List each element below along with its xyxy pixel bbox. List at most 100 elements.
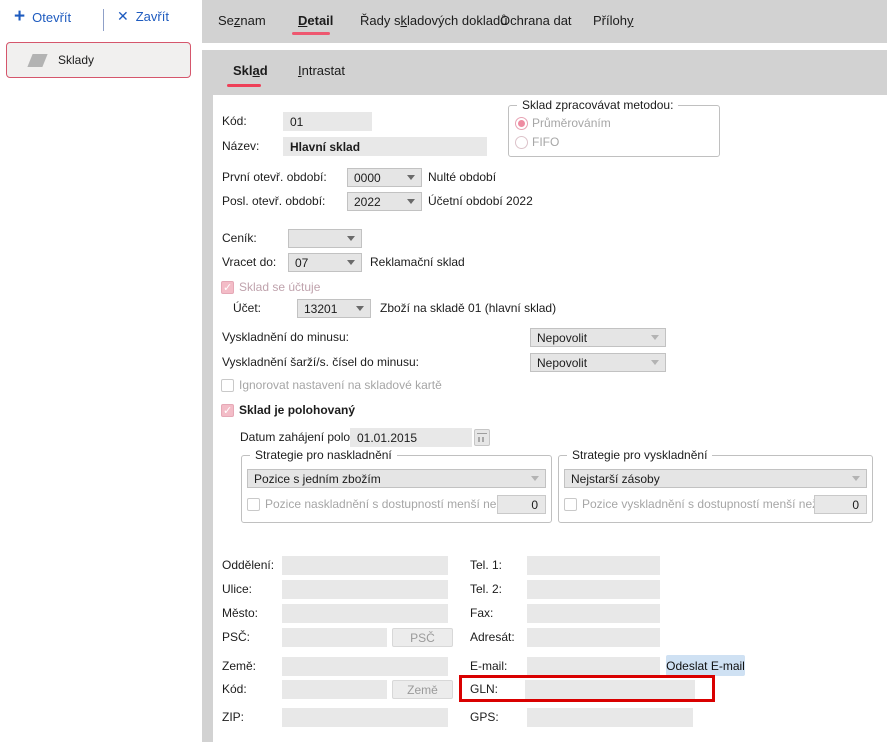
checkbox-sklad-se-uctuje[interactable]	[221, 281, 234, 294]
kod-label: Kód:	[222, 112, 247, 131]
chevron-down-icon	[531, 476, 539, 481]
calendar-icon[interactable]	[474, 429, 490, 446]
checkbox-ignorovat-nastaveni[interactable]	[221, 379, 234, 392]
chevron-down-icon	[651, 360, 659, 365]
checkbox-strategy-out-label: Pozice vyskladnění s dostupností menší n…	[582, 495, 818, 514]
oddeleni-label: Oddělení:	[222, 556, 274, 575]
open-button[interactable]: + Otevřít	[14, 8, 71, 26]
adresat-label: Adresát:	[470, 628, 515, 647]
tab-rady-skladovych-dokladu[interactable]: Řady skladových dokladů	[360, 13, 507, 28]
radio-fifo[interactable]	[515, 136, 528, 149]
warehouse-detail-window: + Otevřít ✕ Zavřít Sklady Seznam Detail …	[0, 0, 887, 742]
psc-input[interactable]	[282, 628, 387, 647]
strategy-out-threshold-input[interactable]: 0	[814, 495, 867, 514]
kod-zeme-label: Kód:	[222, 680, 247, 699]
checkbox-ignorovat-nastaveni-label: Ignorovat nastavení na skladové kartě	[239, 376, 442, 395]
chevron-down-icon	[407, 199, 415, 204]
tel1-input[interactable]	[527, 556, 660, 575]
tab-sklad[interactable]: Sklad	[233, 63, 268, 78]
zeme-button[interactable]: Země	[392, 680, 453, 699]
checkbox-sklad-se-uctuje-label: Sklad se účtuje	[239, 278, 320, 297]
kod-zeme-input[interactable]	[282, 680, 387, 699]
tab-detail[interactable]: Detail	[298, 13, 333, 28]
tab-prilohy[interactable]: Přílohy	[593, 13, 633, 28]
fax-input[interactable]	[527, 604, 660, 623]
datum-polohovani-input[interactable]: 01.01.2015	[350, 428, 472, 447]
method-group-title: Sklad zpracovávat metodou:	[517, 97, 678, 113]
tab-ochrana-dat[interactable]: Ochrana dat	[500, 13, 572, 28]
first-period-desc: Nulté období	[428, 168, 496, 187]
last-period-desc: Účetní období 2022	[428, 192, 533, 211]
strategy-out-title: Strategie pro vyskladnění	[567, 447, 712, 463]
vracet-do-dropdown[interactable]: 07	[288, 253, 362, 272]
vracet-do-desc: Reklamační sklad	[370, 253, 465, 272]
checkbox-sklad-je-polohovany[interactable]	[221, 404, 234, 417]
chevron-down-icon	[651, 335, 659, 340]
psc-label: PSČ:	[222, 628, 250, 647]
sidebar-item-label: Sklady	[58, 53, 94, 67]
email-input[interactable]	[527, 657, 660, 676]
ucet-dropdown[interactable]: 13201	[297, 299, 371, 318]
strategy-out-dropdown[interactable]: Nejstarší zásoby	[564, 469, 867, 488]
ulice-label: Ulice:	[222, 580, 252, 599]
checkbox-sklad-je-polohovany-label: Sklad je polohovaný	[239, 401, 355, 420]
ulice-input[interactable]	[282, 580, 448, 599]
tel2-input[interactable]	[527, 580, 660, 599]
tab-detail-active-underline	[292, 32, 330, 35]
gln-input[interactable]	[525, 680, 695, 699]
last-period-dropdown[interactable]: 2022	[347, 192, 422, 211]
checkbox-strategy-in-label: Pozice naskladnění s dostupností menší n…	[265, 495, 502, 514]
zeme-label: Země:	[222, 657, 256, 676]
oddeleni-input[interactable]	[282, 556, 448, 575]
adresat-input[interactable]	[527, 628, 660, 647]
first-period-label: První otevř. období:	[222, 168, 327, 187]
ucet-label: Účet:	[233, 299, 261, 318]
cenik-dropdown[interactable]	[288, 229, 362, 248]
tel2-label: Tel. 2:	[470, 580, 502, 599]
kod-input[interactable]: 01	[283, 112, 372, 131]
send-email-button[interactable]: Odeslat E-mail	[666, 655, 745, 676]
vyskladneni-sarzi-minus-dropdown[interactable]: Nepovolit	[530, 353, 666, 372]
first-period-dropdown[interactable]: 0000	[347, 168, 422, 187]
vyskladneni-minus-dropdown[interactable]: Nepovolit	[530, 328, 666, 347]
strategy-in-dropdown[interactable]: Pozice s jedním zbožím	[247, 469, 546, 488]
cenik-label: Ceník:	[222, 229, 257, 248]
close-icon: ✕	[117, 8, 129, 25]
nazev-label: Název:	[222, 137, 259, 156]
zeme-input[interactable]	[282, 657, 448, 676]
radio-prumerovanim[interactable]	[515, 117, 528, 130]
gps-label: GPS:	[470, 708, 499, 727]
radio-prumerovanim-label: Průměrováním	[532, 114, 611, 133]
mesto-label: Město:	[222, 604, 258, 623]
plus-icon: +	[14, 8, 25, 26]
ucet-desc: Zboží na skladě 01 (hlavní sklad)	[380, 299, 556, 318]
panel-left-band	[202, 95, 213, 742]
checkbox-strategy-in[interactable]	[247, 498, 260, 511]
chevron-down-icon	[852, 476, 860, 481]
strategy-in-title: Strategie pro naskladnění	[250, 447, 397, 463]
method-groupbox: Sklad zpracovávat metodou: Průměrováním …	[508, 105, 720, 157]
open-button-label: Otevřít	[32, 10, 71, 25]
nazev-input[interactable]: Hlavní sklad	[283, 137, 487, 156]
chevron-down-icon	[347, 260, 355, 265]
tab-sklad-active-underline	[227, 84, 261, 87]
vyskladneni-sarzi-minus-label: Vyskladnění šarží/s. čísel do minusu:	[222, 353, 419, 372]
sidebar-item-sklady[interactable]: Sklady	[6, 42, 191, 78]
vracet-do-label: Vracet do:	[222, 253, 276, 272]
radio-fifo-label: FIFO	[532, 133, 559, 152]
psc-button[interactable]: PSČ	[392, 628, 453, 647]
toolbar-divider	[103, 9, 104, 31]
fax-label: Fax:	[470, 604, 493, 623]
strategy-in-threshold-input[interactable]: 0	[497, 495, 546, 514]
tel1-label: Tel. 1:	[470, 556, 502, 575]
mesto-input[interactable]	[282, 604, 448, 623]
chevron-down-icon	[347, 236, 355, 241]
tab-seznam[interactable]: Seznam	[218, 13, 266, 28]
checkbox-strategy-out[interactable]	[564, 498, 577, 511]
gps-input[interactable]	[527, 708, 693, 727]
close-button[interactable]: ✕ Zavřít	[117, 8, 169, 25]
chevron-down-icon	[356, 306, 364, 311]
tab-intrastat[interactable]: Intrastat	[298, 63, 345, 78]
gln-label: GLN:	[470, 680, 498, 699]
zip-input[interactable]	[282, 708, 448, 727]
